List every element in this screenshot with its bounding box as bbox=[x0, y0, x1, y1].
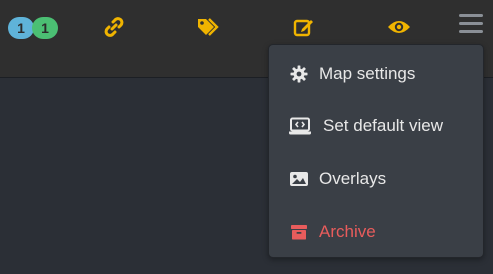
view-button[interactable] bbox=[386, 14, 412, 40]
archive-box-icon bbox=[289, 222, 309, 242]
link-icon bbox=[104, 17, 124, 37]
dropdown-menu: Map settings Set default view Overlays A… bbox=[268, 44, 484, 258]
menu-item-label: Map settings bbox=[319, 64, 416, 83]
gear-icon bbox=[289, 64, 309, 84]
menu-item-map-settings[interactable]: Map settings bbox=[269, 52, 483, 96]
menu-item-overlays[interactable]: Overlays bbox=[269, 157, 483, 201]
menu-item-set-default-view[interactable]: Set default view bbox=[269, 104, 483, 148]
link-button[interactable] bbox=[101, 14, 127, 40]
count-badge-blue: 1 bbox=[8, 17, 34, 39]
hamburger-menu-icon bbox=[459, 14, 483, 17]
edit-button[interactable] bbox=[291, 14, 317, 40]
menu-item-label: Set default view bbox=[323, 116, 444, 135]
count-badge-green: 1 bbox=[32, 17, 58, 39]
menu-item-label: Archive bbox=[319, 222, 376, 241]
eye-icon bbox=[388, 21, 410, 33]
tags-icon bbox=[198, 18, 219, 36]
hamburger-menu-button[interactable] bbox=[457, 12, 485, 36]
laptop-code-icon bbox=[288, 116, 312, 136]
menu-item-label: Overlays bbox=[319, 169, 387, 188]
image-icon bbox=[289, 169, 309, 189]
edit-icon bbox=[293, 19, 313, 37]
app: 1 1 Map settings Set default view Overla… bbox=[0, 0, 493, 274]
menu-item-archive[interactable]: Archive bbox=[269, 210, 483, 254]
tags-button[interactable] bbox=[195, 14, 221, 40]
